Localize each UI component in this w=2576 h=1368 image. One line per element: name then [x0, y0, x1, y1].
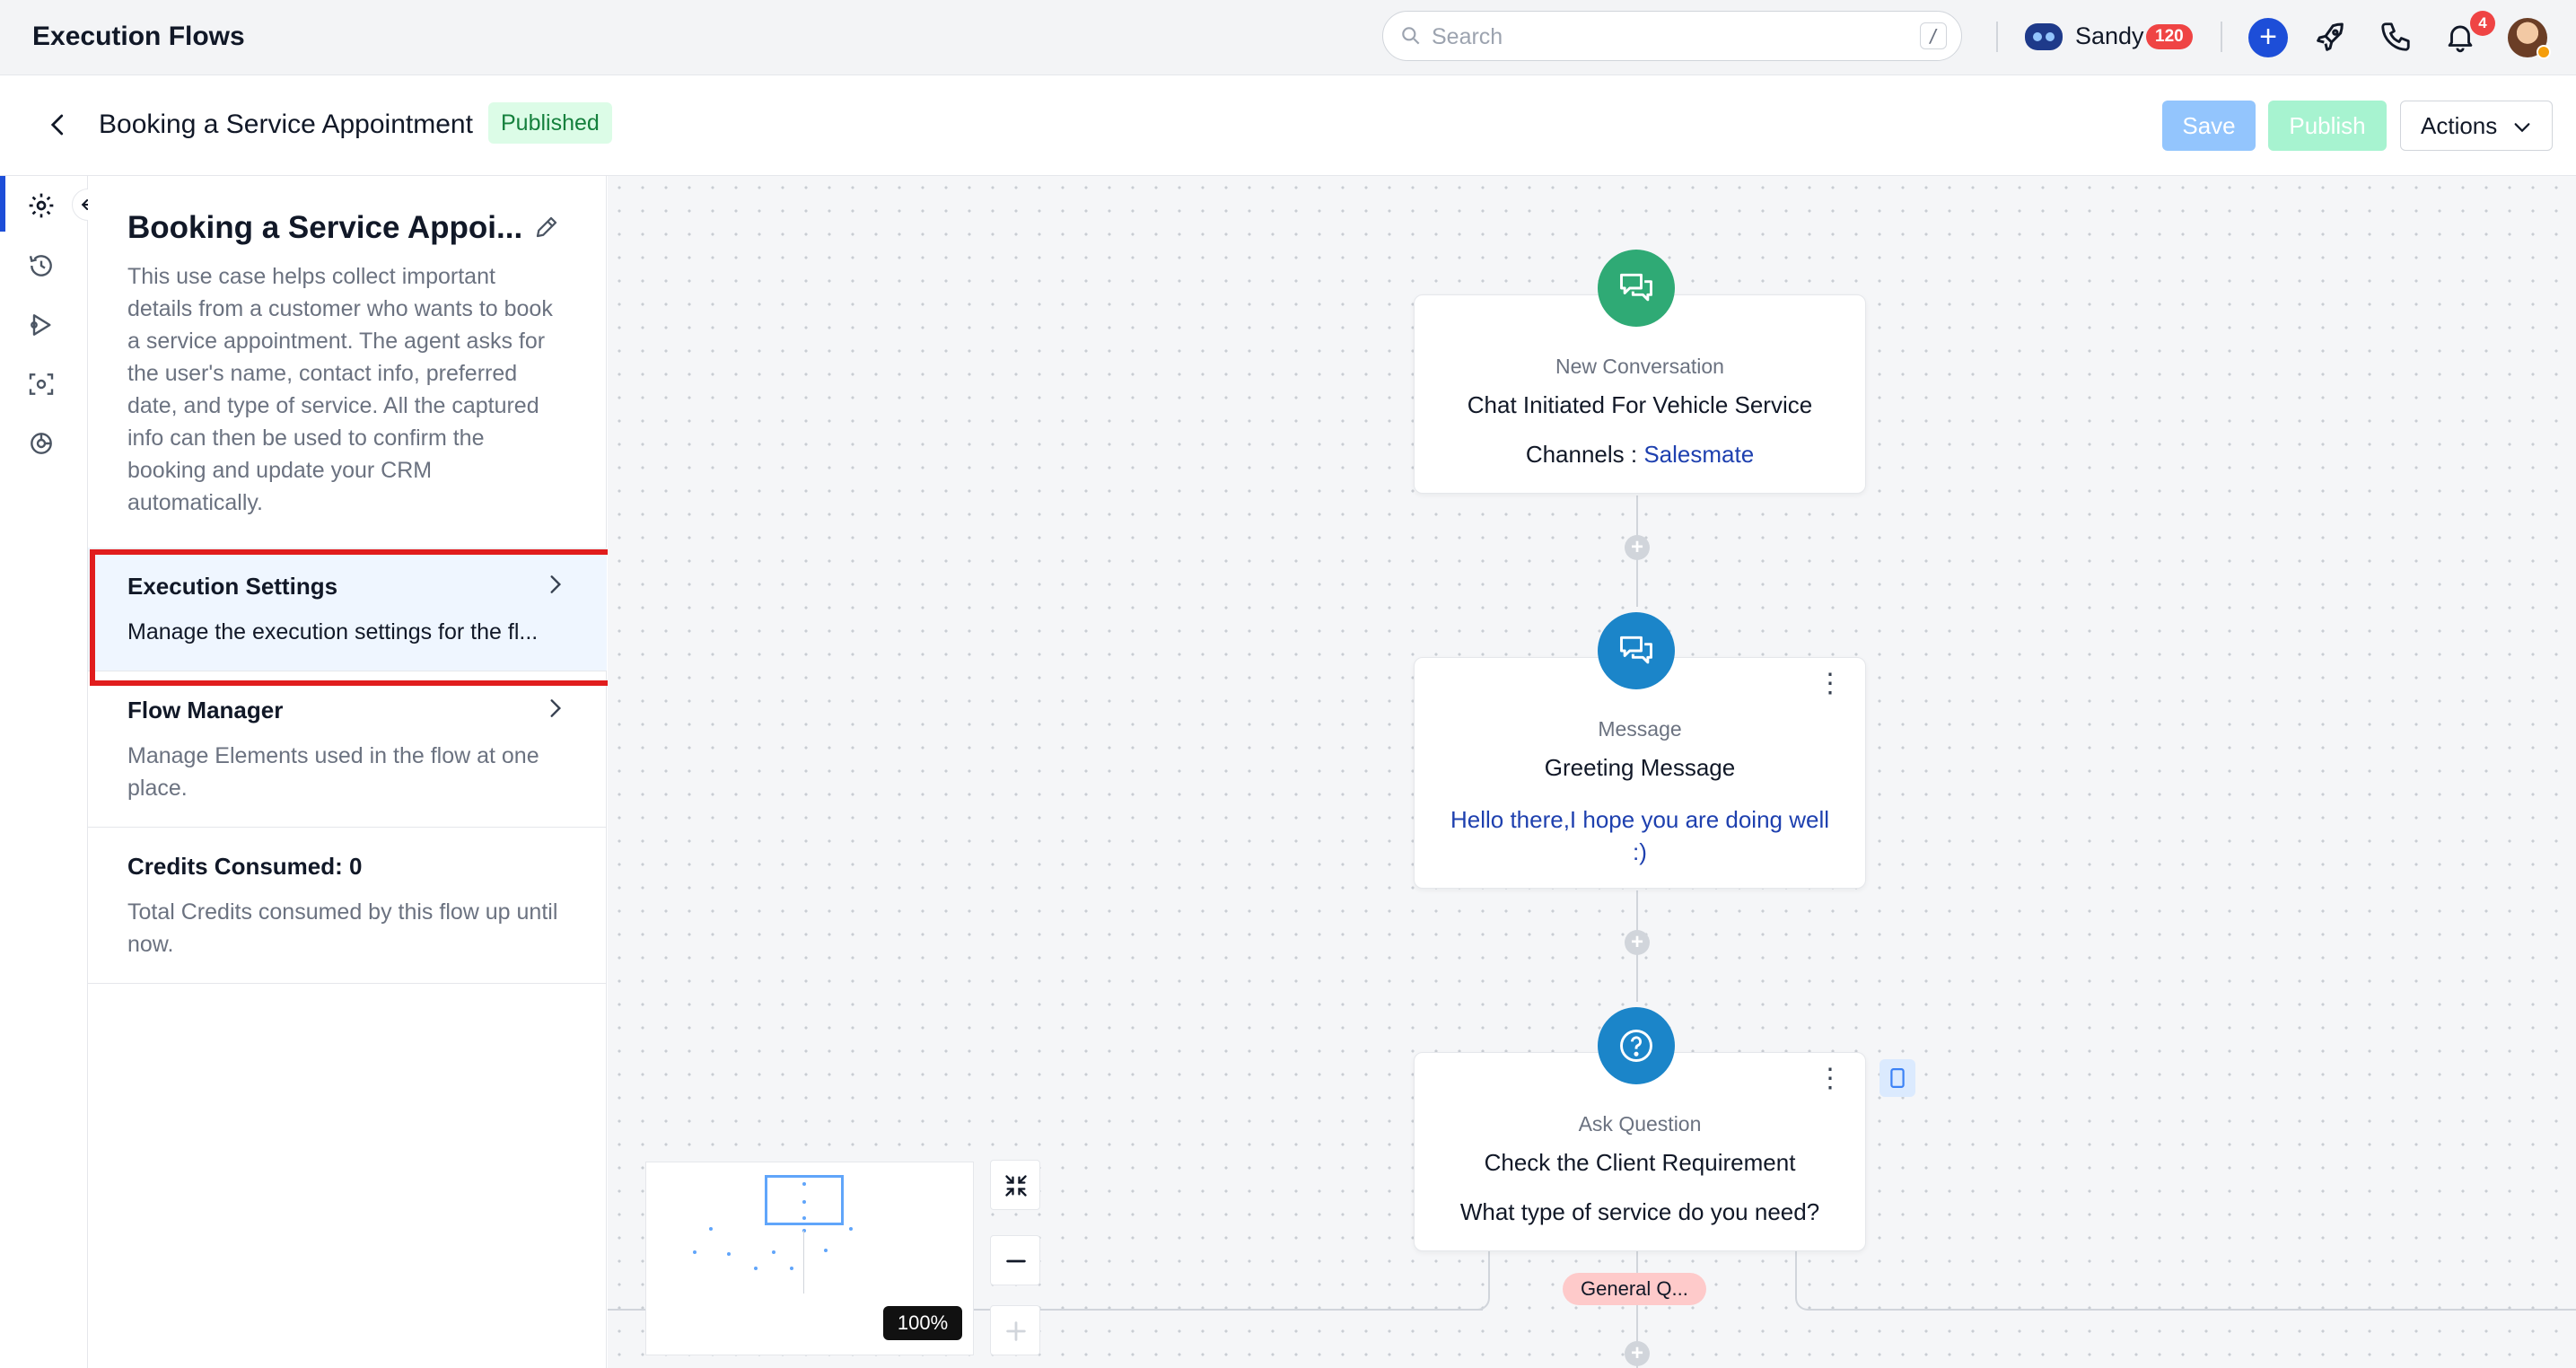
user-name[interactable]: Sandy	[2075, 22, 2144, 50]
search-icon	[1402, 27, 1420, 45]
back-arrow-icon[interactable]	[45, 111, 72, 138]
run-flow-icon[interactable]	[27, 311, 56, 339]
branch-line	[1472, 1296, 1490, 1311]
search-placeholder: Search	[1432, 24, 1503, 49]
more-options-icon[interactable]: ⋮	[1817, 671, 1844, 697]
status-badge: Published	[488, 102, 612, 144]
zoom-level: 100%	[883, 1306, 962, 1340]
settings-icon[interactable]	[27, 191, 56, 220]
credits-section: Credits Consumed: 0 Total Credits consum…	[88, 828, 607, 984]
minimap-node	[802, 1216, 806, 1220]
add-step-button[interactable]: +	[1625, 535, 1650, 560]
divider	[1996, 22, 1998, 52]
branch-line	[1795, 1251, 1797, 1298]
node-title: Chat Initiated For Vehicle Service	[1467, 391, 1813, 418]
message-icon	[1598, 612, 1675, 689]
minimap-line	[803, 1231, 804, 1293]
fit-view-button[interactable]	[990, 1160, 1040, 1210]
actions-dropdown[interactable]: Actions	[2400, 101, 2553, 151]
flow-name: Booking a Service Appoi...	[127, 210, 523, 245]
flow-description: This use case helps collect important de…	[127, 264, 553, 515]
minimap-node	[772, 1250, 775, 1254]
left-rail	[0, 176, 88, 1368]
user-count-badge: 120	[2146, 24, 2193, 49]
minimap-node	[802, 1200, 806, 1204]
presence-dot	[2537, 45, 2551, 59]
bot-icon[interactable]	[2025, 23, 2063, 50]
highlight-box	[90, 549, 614, 686]
branch-line	[1488, 1251, 1490, 1298]
minimap[interactable]: 100%	[645, 1162, 974, 1355]
channel-link[interactable]: Salesmate	[1643, 441, 1754, 468]
node-message-text: Hello there,I hope you are doing well :)	[1450, 806, 1830, 865]
node-channels: Channels : Salesmate	[1415, 441, 1865, 469]
flow-manager-section[interactable]: Flow Manager Manage Elements used in the…	[88, 671, 607, 828]
zoom-out-button[interactable]	[990, 1235, 1040, 1285]
minimap-node	[727, 1252, 731, 1256]
node-type: Ask Question	[1578, 1112, 1702, 1136]
minimap-node	[849, 1227, 853, 1231]
page-header: Booking a Service Appointment Published …	[0, 75, 2576, 176]
device-icon[interactable]	[1879, 1059, 1915, 1097]
branch-line	[1795, 1296, 1813, 1311]
edit-icon[interactable]	[533, 214, 560, 241]
rail-active-indicator	[0, 176, 5, 232]
credits-text: Total Credits consumed by this flow up u…	[127, 899, 558, 957]
app-title: Execution Flows	[32, 22, 245, 51]
add-step-button[interactable]: +	[1625, 930, 1650, 955]
preview-icon[interactable]	[27, 370, 56, 399]
search-shortcut: /	[1920, 22, 1947, 49]
history-icon[interactable]	[27, 251, 56, 280]
node-type: New Conversation	[1555, 355, 1724, 378]
flow-manager-title: Flow Manager	[127, 697, 284, 723]
credits-title: Credits Consumed: 0	[127, 853, 363, 880]
minimap-node	[754, 1267, 758, 1270]
minimap-node	[802, 1182, 806, 1186]
divider	[2221, 22, 2222, 52]
message-node-card[interactable]: ⋮ Message Greeting Message Hello there,I…	[1414, 657, 1866, 889]
publish-button[interactable]: Publish	[2268, 101, 2387, 151]
top-bar: Execution Flows Search / Sandy 120 + 4	[0, 0, 2576, 75]
save-button[interactable]: Save	[2162, 101, 2256, 151]
minus-icon	[1006, 1259, 1026, 1263]
add-step-button[interactable]: +	[1625, 1341, 1650, 1366]
node-question-text: What type of service do you need?	[1459, 1198, 1820, 1225]
plus-icon	[1006, 1321, 1026, 1341]
flow-canvas[interactable]: + + + New Conversation Chat Initiated Fo…	[608, 176, 2576, 1368]
integrations-icon[interactable]	[27, 429, 56, 458]
node-title: Greeting Message	[1544, 754, 1736, 781]
add-button[interactable]: +	[2248, 18, 2288, 57]
channels-label: Channels :	[1525, 441, 1644, 468]
more-options-icon[interactable]: ⋮	[1817, 1065, 1844, 1092]
chat-icon	[1598, 250, 1675, 327]
compress-icon	[1005, 1175, 1027, 1197]
flow-manager-text: Manage Elements used in the flow at one …	[127, 743, 539, 801]
minimap-node	[790, 1267, 793, 1270]
branch-line	[1811, 1309, 2576, 1311]
phone-icon[interactable]	[2379, 20, 2413, 54]
branch-tag[interactable]: General Q...	[1563, 1273, 1706, 1305]
actions-label: Actions	[2421, 112, 2498, 139]
notification-badge: 4	[2470, 11, 2495, 36]
node-title: Check the Client Requirement	[1484, 1149, 1796, 1176]
minimap-node	[824, 1249, 828, 1252]
minimap-node	[693, 1250, 697, 1254]
zoom-in-button[interactable]	[990, 1305, 1040, 1355]
minimap-node	[709, 1227, 713, 1231]
page-title: Booking a Service Appointment	[99, 110, 473, 139]
chevron-right-icon	[550, 699, 562, 717]
question-icon	[1598, 1007, 1675, 1084]
node-type: Message	[1598, 717, 1682, 741]
rocket-icon[interactable]	[2312, 20, 2348, 56]
search-input[interactable]: Search /	[1382, 11, 1962, 61]
flow-details-panel: Booking a Service Appoi... This use case…	[88, 176, 607, 1368]
chevron-down-icon	[2514, 123, 2530, 133]
